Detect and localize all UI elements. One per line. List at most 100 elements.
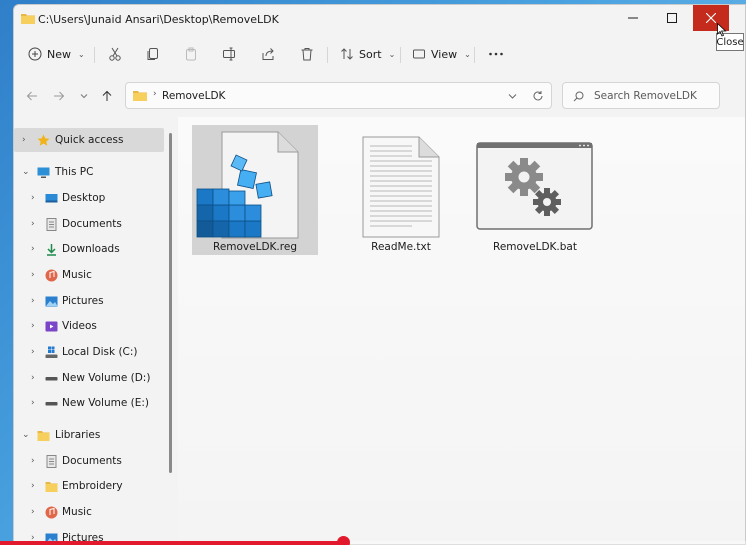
- star-icon: [37, 134, 50, 146]
- chevron-down-icon: ⌄: [388, 49, 396, 59]
- desktop-icon: [45, 193, 58, 202]
- cut-button[interactable]: [108, 41, 122, 67]
- new-button[interactable]: New ⌄: [28, 41, 85, 67]
- sidebar-item-desktop[interactable]: › Desktop: [14, 186, 164, 210]
- chevron-right-icon[interactable]: ›: [31, 219, 35, 229]
- back-button[interactable]: [22, 86, 42, 106]
- search-icon: [573, 91, 584, 102]
- sidebar-item-lib-embroidery[interactable]: › Embroidery: [14, 474, 164, 498]
- folder-icon: [45, 481, 58, 492]
- breadcrumb-folder[interactable]: RemoveLDK: [162, 90, 225, 102]
- sidebar-item-quick-access[interactable]: › Quick access: [14, 128, 164, 152]
- title-bar: C:\Users\Junaid Ansari\Desktop\RemoveLDK: [14, 5, 745, 35]
- file-item[interactable]: RemoveLDK.bat: [472, 125, 598, 255]
- drive-icon: [45, 401, 58, 405]
- pictures-icon: [45, 296, 58, 306]
- chevron-right-icon[interactable]: ›: [31, 347, 35, 357]
- mouse-cursor-icon: [717, 23, 727, 37]
- chevron-down-icon: ⌄: [464, 49, 471, 59]
- share-button[interactable]: [261, 41, 275, 67]
- text-file-icon: [362, 136, 440, 238]
- libraries-icon: [37, 430, 50, 441]
- chevron-down-icon: ⌄: [78, 49, 85, 59]
- sidebar-item-downloads[interactable]: › Downloads: [14, 237, 164, 261]
- paste-button[interactable]: [184, 41, 198, 67]
- file-list: RemoveLDK.reg ReadMe.txt RemoveLDK.bat: [178, 117, 745, 544]
- video-progress-fill: [0, 541, 343, 545]
- address-row: › RemoveLDK Search RemoveLDK: [14, 81, 745, 111]
- up-button[interactable]: [97, 86, 117, 106]
- arrow-right-icon: [54, 91, 65, 101]
- file-item[interactable]: ReadMe.txt: [338, 125, 464, 255]
- sidebar-scrollbar[interactable]: [169, 133, 172, 473]
- chevron-right-icon[interactable]: ›: [31, 398, 35, 408]
- drive-icon: [45, 376, 58, 380]
- view-button[interactable]: View ⌄: [412, 41, 471, 67]
- recent-locations-button[interactable]: [74, 86, 94, 106]
- sort-button[interactable]: Sort ⌄: [340, 41, 395, 67]
- divider: [94, 47, 95, 63]
- more-icon: [489, 52, 503, 56]
- chevron-down-icon[interactable]: ⌄: [22, 430, 30, 440]
- chevron-right-icon[interactable]: ›: [31, 481, 35, 491]
- maximize-button[interactable]: [654, 5, 690, 31]
- file-item[interactable]: RemoveLDK.reg: [192, 125, 318, 255]
- plus-icon: [28, 47, 42, 61]
- delete-button[interactable]: [300, 41, 314, 67]
- arrow-left-icon: [26, 91, 37, 101]
- videos-icon: [45, 321, 58, 331]
- chevron-down-icon[interactable]: [508, 92, 517, 100]
- chevron-right-icon[interactable]: ›: [22, 135, 26, 145]
- view-label: View: [431, 47, 458, 61]
- chevron-right-icon[interactable]: ›: [31, 321, 35, 331]
- video-scrubber-handle[interactable]: [337, 536, 350, 545]
- rename-icon: [223, 47, 235, 61]
- chevron-down-icon: [80, 94, 88, 99]
- sidebar-item-music[interactable]: › Music: [14, 263, 164, 287]
- chevron-right-icon[interactable]: ›: [31, 373, 35, 383]
- window-title: C:\Users\Junaid Ansari\Desktop\RemoveLDK: [38, 13, 279, 26]
- divider: [400, 47, 401, 63]
- address-bar[interactable]: › RemoveLDK: [125, 82, 552, 109]
- chevron-right-icon[interactable]: ›: [31, 193, 35, 203]
- sidebar-item-pictures[interactable]: › Pictures: [14, 289, 164, 313]
- chevron-right-icon[interactable]: ›: [31, 244, 35, 254]
- sidebar-item-documents[interactable]: › Documents: [14, 212, 164, 236]
- copy-icon: [147, 48, 158, 60]
- chevron-right-icon[interactable]: ›: [31, 507, 35, 517]
- view-icon: [413, 49, 425, 59]
- monitor-icon: [37, 167, 50, 178]
- copy-button[interactable]: [146, 41, 160, 67]
- folder-icon: [21, 14, 35, 24]
- close-icon: [706, 13, 716, 23]
- refresh-icon[interactable]: [532, 90, 544, 102]
- sort-label: Sort: [359, 47, 382, 61]
- search-box[interactable]: Search RemoveLDK: [562, 82, 720, 109]
- trash-icon: [301, 48, 313, 61]
- folder-icon: [133, 91, 147, 101]
- documents-icon: [46, 454, 57, 468]
- navigation-pane: › Quick access ⌄ This PC › Desktop › Doc…: [14, 123, 177, 544]
- sidebar-item-libraries[interactable]: ⌄ Libraries: [14, 423, 164, 447]
- file-name: RemoveLDK.reg: [213, 241, 297, 253]
- sidebar-item-lib-documents[interactable]: › Documents: [14, 449, 164, 473]
- sidebar-item-local-disk-c[interactable]: › Local Disk (C:): [14, 340, 164, 364]
- chevron-right-icon[interactable]: ›: [31, 456, 35, 466]
- file-explorer-window: C:\Users\Junaid Ansari\Desktop\RemoveLDK…: [13, 4, 746, 545]
- sidebar-item-new-volume-d[interactable]: › New Volume (D:): [14, 366, 164, 390]
- system-drive-icon: [45, 346, 58, 358]
- sidebar-item-lib-music[interactable]: › Music: [14, 500, 164, 524]
- chevron-down-icon[interactable]: ⌄: [22, 167, 30, 177]
- sidebar-item-this-pc[interactable]: ⌄ This PC: [14, 160, 164, 184]
- chevron-right-icon[interactable]: ›: [31, 296, 35, 306]
- rename-button[interactable]: [222, 41, 236, 67]
- breadcrumb-chevron-icon: ›: [153, 89, 157, 99]
- music-icon: [45, 269, 58, 281]
- arrow-up-icon: [102, 90, 112, 101]
- minimize-button[interactable]: [615, 5, 651, 31]
- chevron-right-icon[interactable]: ›: [31, 270, 35, 280]
- sidebar-item-videos[interactable]: › Videos: [14, 314, 164, 338]
- more-options-button[interactable]: [488, 41, 504, 67]
- forward-button[interactable]: [49, 86, 69, 106]
- sidebar-item-new-volume-e[interactable]: › New Volume (E:): [14, 391, 164, 415]
